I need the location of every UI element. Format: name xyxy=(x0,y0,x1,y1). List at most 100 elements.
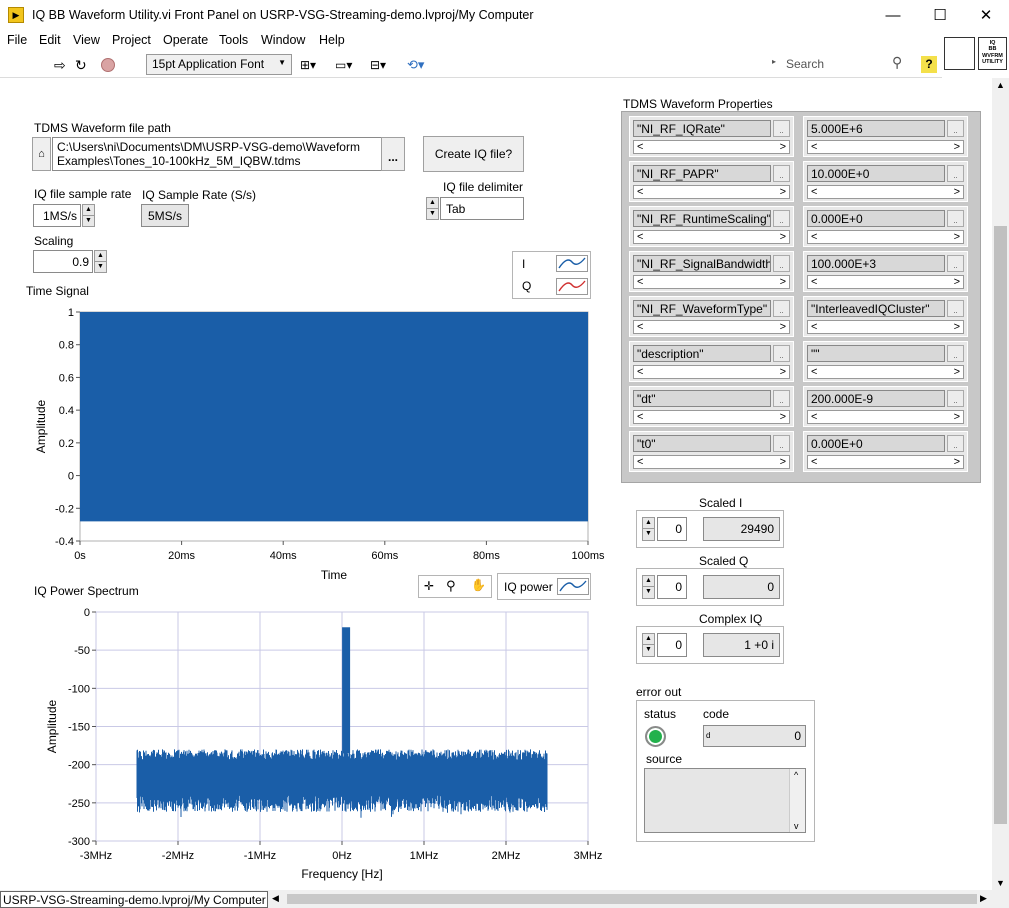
scroll-left-icon[interactable]: < xyxy=(637,456,643,468)
iq-rate-input[interactable]: 1MS/s xyxy=(33,204,81,227)
create-iq-file-button[interactable]: Create IQ file? xyxy=(423,136,524,172)
horizontal-scrollbar[interactable]: < > xyxy=(807,320,964,334)
legend-swatch-i[interactable] xyxy=(556,255,588,272)
property-name[interactable]: "NI_RF_IQRate" xyxy=(633,120,771,137)
scroll-left-icon[interactable]: ◀ xyxy=(272,893,279,904)
maximize-button[interactable]: ☐ xyxy=(917,0,963,31)
decrement-icon[interactable]: ▼ xyxy=(427,209,438,220)
property-name[interactable]: "description" xyxy=(633,345,771,362)
delimiter-ring[interactable]: Tab xyxy=(440,197,524,220)
browse-button[interactable]: ... xyxy=(381,137,405,171)
index-stepper[interactable]: ▲ ▼ xyxy=(642,517,655,541)
vertical-scroll-icon[interactable]: .. xyxy=(947,435,964,452)
browse-icon[interactable]: ⌂ xyxy=(32,137,51,171)
vertical-scroll-icon[interactable]: .. xyxy=(773,210,790,227)
align-objects-icon[interactable]: ⊞▾ xyxy=(300,56,316,74)
scroll-right-icon[interactable]: > xyxy=(954,186,960,198)
zoom-icon[interactable]: ⚲ xyxy=(446,578,456,594)
delimiter-stepper[interactable]: ▲ ▼ xyxy=(426,197,439,220)
increment-icon[interactable]: ▲ xyxy=(427,198,438,209)
vertical-scroll-icon[interactable]: .. xyxy=(773,435,790,452)
array-index[interactable]: 0 xyxy=(657,517,687,541)
file-path-input[interactable]: C:\Users\ni\Documents\DM\USRP-VSG-demo\W… xyxy=(52,137,382,171)
horizontal-scrollbar[interactable]: < > xyxy=(633,320,790,334)
scroll-left-icon[interactable]: < xyxy=(637,276,643,288)
horizontal-scrollbar[interactable]: < > xyxy=(807,365,964,379)
reorder-icon[interactable]: ⟲▾ xyxy=(407,56,424,74)
scroll-right-icon[interactable]: > xyxy=(954,366,960,378)
scroll-right-icon[interactable]: > xyxy=(780,276,786,288)
property-name[interactable]: "NI_RF_PAPR" xyxy=(633,165,771,182)
horizontal-scrollbar[interactable]: < > xyxy=(807,275,964,289)
property-value[interactable]: 0.000E+0 xyxy=(807,435,945,452)
property-value[interactable]: 0.000E+0 xyxy=(807,210,945,227)
property-name[interactable]: "NI_RF_SignalBandwidth" xyxy=(633,255,771,272)
scaling-input[interactable]: 0.9 xyxy=(33,250,93,273)
scroll-left-icon[interactable]: < xyxy=(811,231,817,243)
horizontal-scrollbar[interactable]: < > xyxy=(633,140,790,154)
horizontal-scrollbar[interactable]: < > xyxy=(807,455,964,469)
scroll-right-icon[interactable]: > xyxy=(954,141,960,153)
vertical-scroll-icon[interactable]: .. xyxy=(773,345,790,362)
scroll-left-icon[interactable]: < xyxy=(637,186,643,198)
scroll-right-icon[interactable]: > xyxy=(954,231,960,243)
source-scrollbar[interactable]: ^ v xyxy=(789,769,805,832)
scroll-left-icon[interactable]: < xyxy=(637,321,643,333)
scroll-up-icon[interactable]: ▲ xyxy=(996,80,1005,90)
scroll-right-icon[interactable]: > xyxy=(954,411,960,423)
decrement-icon[interactable]: ▼ xyxy=(83,216,94,227)
index-stepper[interactable]: ▲ ▼ xyxy=(642,575,655,599)
scroll-right-icon[interactable]: > xyxy=(954,276,960,288)
scroll-left-icon[interactable]: < xyxy=(811,321,817,333)
increment-icon[interactable]: ▲ xyxy=(643,518,654,529)
vertical-scroll-icon[interactable]: .. xyxy=(947,210,964,227)
scroll-right-icon[interactable]: > xyxy=(780,186,786,198)
menu-file[interactable]: File xyxy=(7,33,27,47)
property-name[interactable]: "NI_RF_RuntimeScaling" xyxy=(633,210,771,227)
horizontal-scrollbar[interactable]: < > xyxy=(633,185,790,199)
minimize-button[interactable]: — xyxy=(870,0,916,31)
property-value[interactable]: "InterleavedIQCluster" xyxy=(807,300,945,317)
property-value[interactable]: 200.000E-9 xyxy=(807,390,945,407)
property-value[interactable]: "" xyxy=(807,345,945,362)
horizontal-scrollbar[interactable]: < > xyxy=(807,185,964,199)
scroll-left-icon[interactable]: < xyxy=(637,366,643,378)
vertical-scroll-icon[interactable]: .. xyxy=(947,165,964,182)
abort-icon[interactable] xyxy=(101,58,115,72)
scroll-left-icon[interactable]: < xyxy=(811,141,817,153)
menu-edit[interactable]: Edit xyxy=(39,33,61,47)
scroll-right-icon[interactable]: > xyxy=(780,231,786,243)
menu-project[interactable]: Project xyxy=(112,33,151,47)
scroll-left-icon[interactable]: < xyxy=(811,276,817,288)
iq-power-spectrum-chart[interactable]: 0 -50 -100 -150 -200 -250 -300 -3MHz -2MHz -1MHz 0… xyxy=(30,600,620,885)
scroll-left-icon[interactable]: < xyxy=(637,141,643,153)
legend-swatch-q[interactable] xyxy=(556,278,588,295)
legend-swatch-iq-power[interactable] xyxy=(557,578,589,595)
array-index[interactable]: 0 xyxy=(657,633,687,657)
scroll-thumb[interactable] xyxy=(994,226,1007,824)
horizontal-scrollbar[interactable]: < > xyxy=(633,230,790,244)
decrement-icon[interactable]: ▼ xyxy=(95,262,106,273)
distribute-objects-icon[interactable]: ▭▾ xyxy=(335,56,352,74)
horizontal-scrollbar[interactable]: < > xyxy=(807,230,964,244)
vertical-scrollbar[interactable]: ▲ ▼ xyxy=(992,78,1009,890)
scroll-right-icon[interactable]: ▶ xyxy=(980,893,987,904)
search-box[interactable]: ▸ Search ⚲ xyxy=(770,54,914,75)
scroll-left-icon[interactable]: < xyxy=(637,231,643,243)
scroll-left-icon[interactable]: < xyxy=(811,366,817,378)
vertical-scroll-icon[interactable]: .. xyxy=(773,120,790,137)
scroll-left-icon[interactable]: < xyxy=(637,411,643,423)
horizontal-scrollbar[interactable]: < > xyxy=(633,455,790,469)
scroll-right-icon[interactable]: > xyxy=(780,366,786,378)
property-name[interactable]: "dt" xyxy=(633,390,771,407)
horizontal-scrollbar[interactable]: < > xyxy=(633,365,790,379)
property-value[interactable]: 10.000E+0 xyxy=(807,165,945,182)
menu-tools[interactable]: Tools xyxy=(219,33,248,47)
vertical-scroll-icon[interactable]: .. xyxy=(947,255,964,272)
decrement-icon[interactable]: ▼ xyxy=(643,587,654,598)
vertical-scroll-icon[interactable]: .. xyxy=(773,300,790,317)
horizontal-scrollbar[interactable]: < > xyxy=(807,140,964,154)
scroll-up-icon[interactable]: ^ xyxy=(794,770,798,780)
vertical-scroll-icon[interactable]: .. xyxy=(773,255,790,272)
increment-icon[interactable]: ▲ xyxy=(83,205,94,216)
